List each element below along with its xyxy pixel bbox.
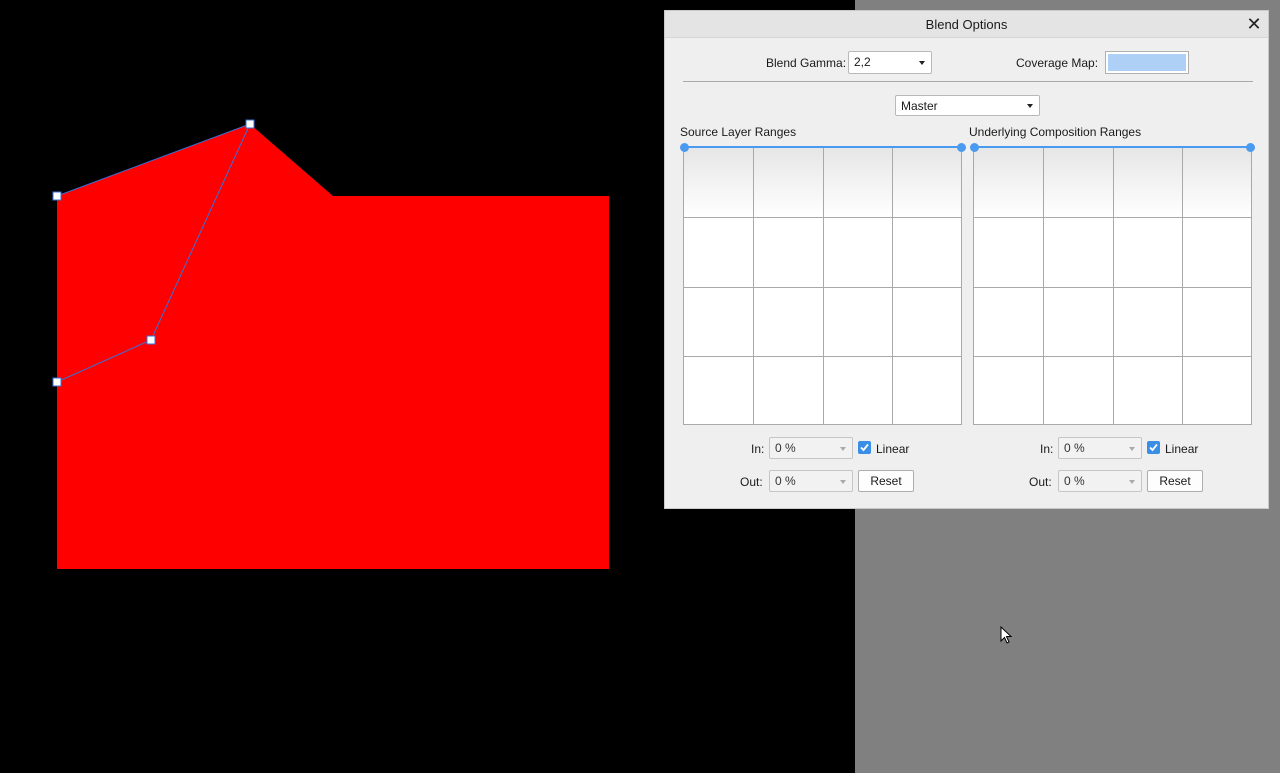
dialog-titlebar[interactable]: Blend Options ✕ — [665, 11, 1268, 38]
source-out-label: Out: — [740, 475, 763, 489]
source-in-value: 0 % — [775, 441, 796, 455]
source-reset-button[interactable]: Reset — [858, 470, 914, 492]
dialog-title: Blend Options — [925, 17, 1008, 32]
coverage-map-button[interactable] — [1105, 51, 1189, 74]
chevron-down-icon — [1129, 480, 1135, 484]
underlying-out-value: 0 % — [1064, 474, 1085, 488]
source-range-end-handle[interactable] — [957, 143, 966, 152]
chevron-down-icon — [840, 480, 846, 484]
node-handle-1[interactable] — [52, 191, 62, 201]
underlying-in-label: In: — [1040, 442, 1054, 456]
node-handle-4[interactable] — [52, 377, 62, 387]
checkmark-icon — [860, 443, 869, 452]
underlying-out-field[interactable]: 0 % — [1058, 470, 1142, 492]
node-handle-3[interactable] — [146, 335, 156, 345]
underlying-range-graph[interactable] — [973, 147, 1252, 425]
divider — [683, 81, 1253, 82]
source-linear-label: Linear — [876, 442, 910, 456]
source-in-label: In: — [751, 442, 765, 456]
underlying-range-line — [974, 146, 1251, 148]
red-polygon-shape[interactable] — [57, 124, 609, 569]
underlying-range-start-handle[interactable] — [970, 143, 979, 152]
channel-dropdown[interactable]: Master — [895, 95, 1040, 116]
source-out-field[interactable]: 0 % — [769, 470, 853, 492]
underlying-in-value: 0 % — [1064, 441, 1085, 455]
source-range-line — [684, 146, 961, 148]
blend-gamma-dropdown[interactable]: 2,2 — [848, 51, 932, 74]
underlying-range-end-handle[interactable] — [1246, 143, 1255, 152]
underlying-reset-button[interactable]: Reset — [1147, 470, 1203, 492]
channel-value: Master — [901, 99, 938, 113]
blend-options-dialog: Blend Options ✕ Blend Gamma: 2,2 Coverag… — [664, 10, 1269, 509]
source-linear-checkbox[interactable] — [858, 441, 871, 454]
chevron-down-icon — [1027, 104, 1033, 108]
blend-gamma-label: Blend Gamma: — [766, 56, 847, 70]
coverage-map-swatch — [1108, 54, 1186, 71]
coverage-map-label: Coverage Map: — [1016, 56, 1099, 70]
node-handle-2[interactable] — [245, 119, 255, 129]
underlying-linear-checkbox[interactable] — [1147, 441, 1160, 454]
source-in-field[interactable]: 0 % — [769, 437, 853, 459]
arrow-cursor-icon — [1000, 626, 1013, 644]
blend-gamma-value: 2,2 — [854, 55, 871, 69]
underlying-composition-ranges-title: Underlying Composition Ranges — [969, 125, 1142, 139]
source-layer-ranges-title: Source Layer Ranges — [680, 125, 797, 139]
source-out-value: 0 % — [775, 474, 796, 488]
chevron-down-icon — [919, 61, 925, 65]
chevron-down-icon — [1129, 447, 1135, 451]
checkmark-icon — [1149, 443, 1158, 452]
source-range-start-handle[interactable] — [680, 143, 689, 152]
close-icon[interactable]: ✕ — [1242, 12, 1266, 36]
underlying-in-field[interactable]: 0 % — [1058, 437, 1142, 459]
underlying-linear-label: Linear — [1165, 442, 1199, 456]
source-range-graph[interactable] — [683, 147, 962, 425]
chevron-down-icon — [840, 447, 846, 451]
underlying-out-label: Out: — [1029, 475, 1052, 489]
